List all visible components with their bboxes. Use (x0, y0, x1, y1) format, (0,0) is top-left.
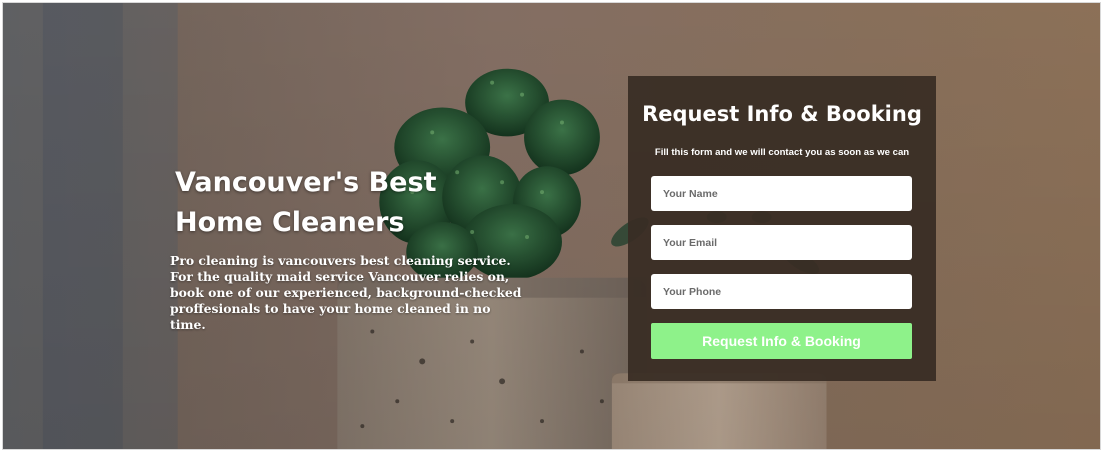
form-title: Request Info & Booking (642, 102, 922, 126)
email-input[interactable] (651, 225, 912, 260)
hero-headline: Vancouver's Best Home Cleaners (175, 167, 437, 238)
booking-form: Request Info & Booking Fill this form an… (628, 76, 936, 381)
form-subtitle: Fill this form and we will contact you a… (654, 147, 910, 158)
hero-description: Pro cleaning is vancouvers best cleaning… (170, 253, 522, 332)
name-input[interactable] (651, 176, 912, 211)
hero-section: Vancouver's Best Home Cleaners Pro clean… (2, 2, 1101, 450)
phone-input[interactable] (651, 274, 912, 309)
request-booking-button[interactable]: Request Info & Booking (651, 323, 912, 359)
